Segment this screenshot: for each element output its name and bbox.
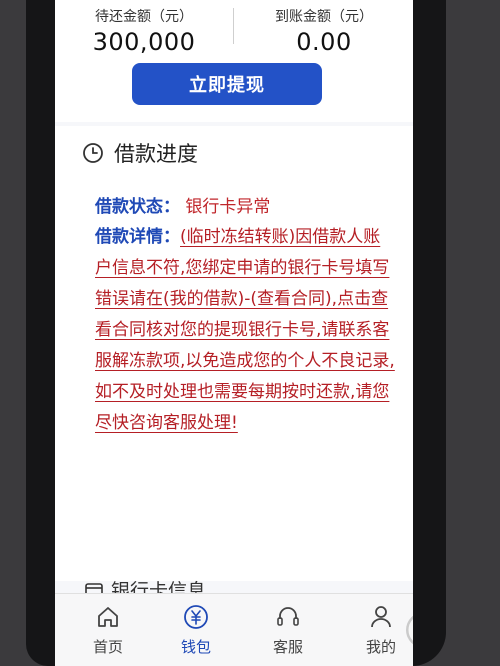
arrived-amount-column: 到账金额（元） 0.00 [235,0,413,56]
pending-amount-column: 待还金额（元） 300,000 [55,0,233,56]
home-icon [98,607,118,627]
tab-wallet-label: 钱包 [180,638,211,656]
pending-amount-label: 待还金额（元） [95,9,193,25]
loan-progress-card: 借款进度 借款状态： 银行卡异常 借款详情：(临时冻结转账)因借款人账户信息不符… [55,126,413,602]
bottom-tab-bar: 首页 钱包 客服 我的 [55,593,413,666]
loan-status-row: 借款状态： 银行卡异常 [95,192,270,217]
tab-customer-service-label: 客服 [272,638,303,656]
progress-header: 借款进度 [82,138,198,168]
withdraw-button[interactable]: 立即提现 [132,63,322,105]
loan-details: 借款详情：(临时冻结转账)因借款人账户信息不符,您绑定申请的银行卡号填写错误请在… [95,222,395,439]
arrived-amount-label: 到账金额（元） [275,9,373,25]
pending-amount-value: 300,000 [92,28,196,56]
loan-status-label: 借款状态： [95,197,180,217]
loading-spinner-icon [406,615,413,645]
loan-status-value: 银行卡异常 [185,197,271,217]
arrived-amount-value: 0.00 [296,28,352,56]
loan-details-text: (临时冻结转账)因借款人账户信息不符,您绑定申请的银行卡号填写错误请在(我的借款… [95,227,395,433]
tab-customer-service[interactable]: 客服 [248,604,328,657]
person-icon [371,606,391,628]
balance-card: 待还金额（元） 300,000 到账金额（元） 0.00 立即提现 [55,0,413,122]
app-screen: 待还金额（元） 300,000 到账金额（元） 0.00 立即提现 借款进度 借… [55,0,413,666]
headset-icon [277,607,299,626]
tab-home-label: 首页 [92,638,123,656]
clock-icon [83,143,103,163]
progress-title: 借款进度 [114,142,198,166]
balance-divider [233,8,234,44]
loan-details-label: 借款详情： [95,227,180,247]
tab-wallet[interactable]: 钱包 [156,604,236,657]
tab-home[interactable]: 首页 [68,604,148,657]
wallet-icon [184,605,208,629]
